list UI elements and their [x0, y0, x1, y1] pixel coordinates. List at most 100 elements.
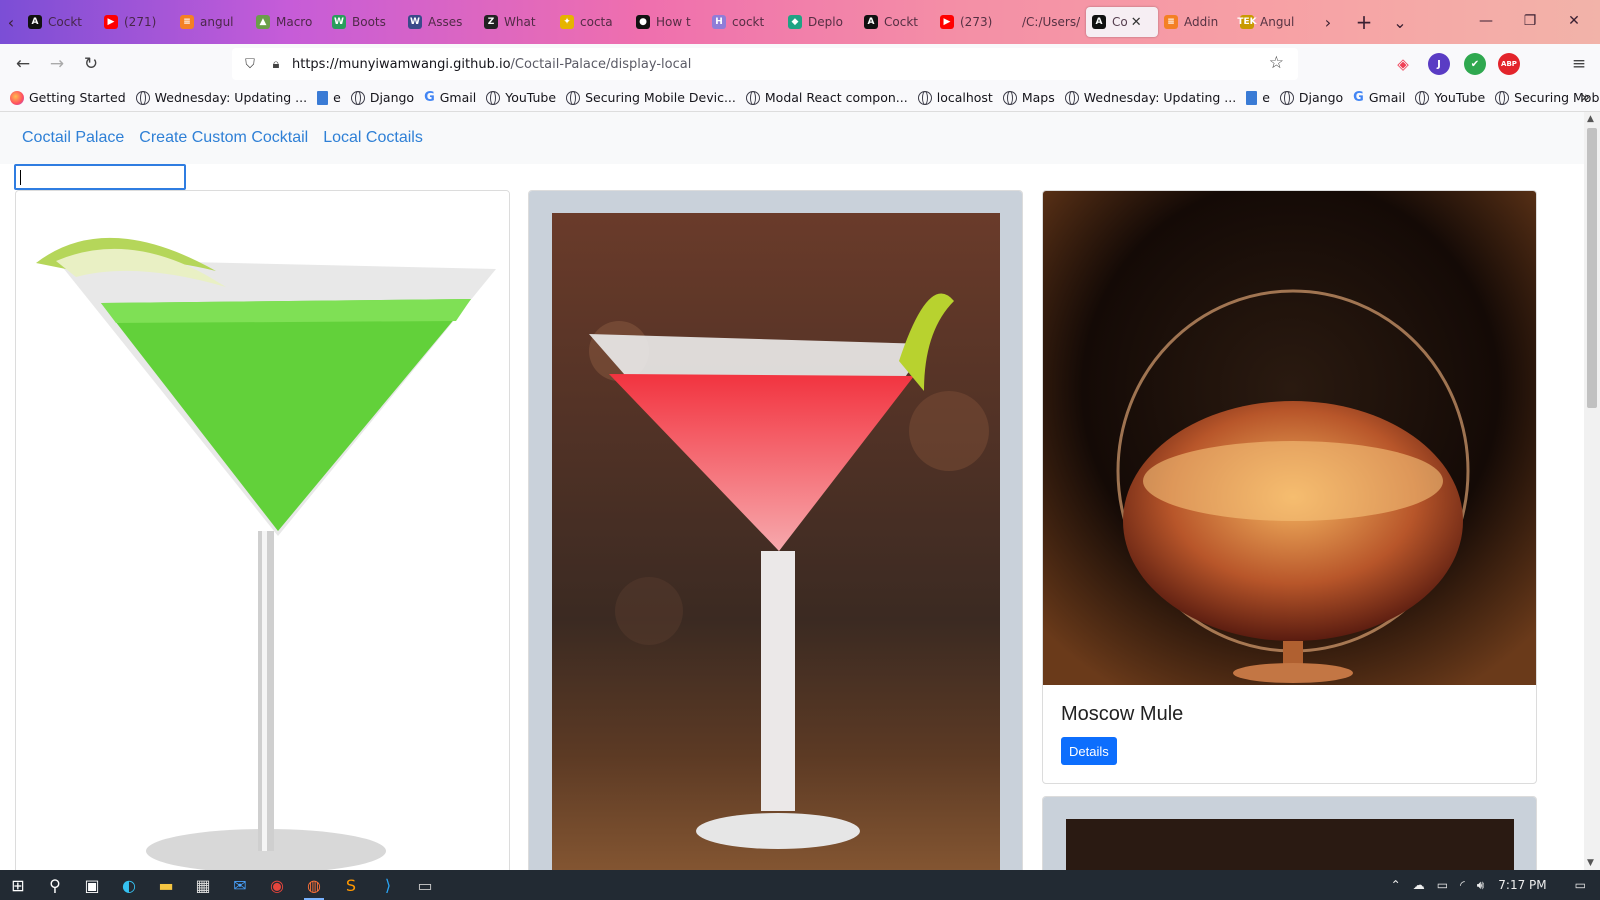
bookmark-item[interactable]: Maps [1002, 90, 1055, 105]
browser-tab[interactable]: Z What [478, 7, 554, 37]
chrome-icon[interactable]: ◉ [259, 870, 295, 900]
browser-tab[interactable]: TEK Angul [1234, 7, 1310, 37]
search-input[interactable] [14, 164, 186, 190]
bookmark-item[interactable]: Securing Mobile Devic... [566, 90, 736, 105]
browser-tab[interactable]: ▶ (271) [98, 7, 174, 37]
adblock-icon[interactable]: ABP [1498, 53, 1520, 75]
clock[interactable]: 7:17 PM [1498, 878, 1546, 892]
google-icon: G [424, 90, 435, 105]
sublime-icon[interactable]: S [333, 870, 369, 900]
bookmark-label: Securing Mobile Devic... [585, 90, 736, 105]
file-explorer-icon[interactable]: ▬ [148, 870, 184, 900]
shield-extension-icon[interactable]: ✔ [1464, 53, 1486, 75]
tab-scroll-left-icon[interactable]: ‹ [0, 7, 22, 37]
browser-tab[interactable]: A Cockt [22, 7, 98, 37]
notifications-icon[interactable]: ▭ [1575, 878, 1586, 892]
new-tab-button[interactable]: + [1346, 7, 1382, 37]
terminal-icon[interactable]: ▭ [407, 870, 443, 900]
red-cosmopolitan-image[interactable] [529, 191, 1023, 870]
windows-start-icon[interactable]: ⊞ [0, 870, 36, 900]
lock-icon[interactable]: 🔒︎ [266, 57, 286, 72]
details-button[interactable]: Details [1061, 737, 1117, 765]
vscode-icon[interactable]: ⟩ [370, 870, 406, 900]
tab-title: cockt [732, 15, 765, 29]
cocktail-image[interactable] [1043, 797, 1537, 870]
bookmark-item[interactable]: e [1246, 90, 1270, 105]
reload-icon[interactable]: ↻ [74, 49, 108, 79]
tab-favicon-icon: ▶ [940, 15, 954, 29]
browser-tab[interactable]: W Asses [402, 7, 478, 37]
minimize-window-icon[interactable]: — [1464, 6, 1508, 36]
scroll-up-icon[interactable]: ▲ [1587, 114, 1594, 124]
address-bar[interactable]: ⛉ 🔒︎ https://munyiwamwangi.github.io/Coc… [232, 48, 1298, 80]
browser-tab[interactable]: ◆ Deplo [782, 7, 858, 37]
store-icon[interactable]: ▦ [185, 870, 221, 900]
bookmark-label: localhost [936, 90, 993, 105]
tab-favicon-icon: ≡ [1164, 15, 1178, 29]
brand-link[interactable]: Coctail Palace [22, 129, 124, 147]
edge-icon[interactable]: ◐ [111, 870, 147, 900]
wifi-icon[interactable]: ◜ [1460, 878, 1465, 892]
search-icon[interactable]: ⚲ [37, 870, 73, 900]
browser-tab[interactable]: /C:/Users/ [1010, 7, 1086, 37]
green-appletini-image[interactable] [16, 191, 510, 870]
tab-title: Deplo [808, 15, 843, 29]
cocktail-card [15, 190, 510, 870]
browser-tab[interactable]: W Boots [326, 7, 402, 37]
bookmark-item[interactable]: e [317, 90, 341, 105]
browser-tab[interactable]: A Cockt [858, 7, 934, 37]
browser-tab[interactable]: A Co ✕ [1086, 7, 1158, 37]
bookmark-item[interactable]: Django [350, 90, 414, 105]
browser-tab[interactable]: ▲ Macro [250, 7, 326, 37]
globe-icon [1002, 90, 1017, 105]
brandy-snifter-image[interactable] [1043, 191, 1537, 685]
bookmark-star-icon[interactable]: ☆ [1269, 53, 1284, 73]
firefox-icon[interactable]: ◍ [296, 870, 332, 900]
tab-favicon-icon: W [408, 15, 422, 29]
scrollbar-thumb[interactable] [1587, 128, 1597, 408]
bookmark-item[interactable]: Wednesday: Updating ... [1064, 90, 1236, 105]
more-bookmarks-icon[interactable]: » [1581, 88, 1590, 106]
browser-tab[interactable]: ▶ (273) [934, 7, 1010, 37]
create-custom-cocktail-link[interactable]: Create Custom Cocktail [139, 129, 308, 147]
bookmark-label: Django [1298, 90, 1344, 105]
forward-icon[interactable]: → [40, 49, 74, 79]
task-view-icon[interactable]: ▣ [74, 870, 110, 900]
bookmark-item[interactable]: Modal React compon... [745, 90, 908, 105]
list-all-tabs-icon[interactable]: ⌄ [1382, 7, 1418, 37]
browser-tab[interactable]: ● How t [630, 7, 706, 37]
bookmark-label: e [1262, 90, 1270, 105]
bookmark-label: YouTube [1434, 90, 1486, 105]
scroll-down-icon[interactable]: ▼ [1587, 858, 1594, 868]
onedrive-icon[interactable]: ☁ [1413, 878, 1425, 892]
browser-tab[interactable]: ≡ angul [174, 7, 250, 37]
show-hidden-icons-icon[interactable]: ⌃ [1391, 878, 1401, 892]
bookmarks-toolbar: Getting Started Wednesday: Updating ... e D… [0, 84, 1600, 112]
restore-window-icon[interactable]: ❐ [1508, 6, 1552, 36]
close-window-icon[interactable]: ✕ [1552, 6, 1596, 36]
page-scrollbar[interactable]: ▲ ▼ [1584, 112, 1600, 870]
bookmark-item[interactable]: G Gmail [424, 90, 476, 105]
browser-tab[interactable]: ≡ Addin [1158, 7, 1234, 37]
back-icon[interactable]: ← [6, 49, 40, 79]
bookmark-item[interactable]: localhost [917, 90, 993, 105]
menu-icon[interactable]: ≡ [1562, 49, 1596, 79]
bookmark-item[interactable]: YouTube [1415, 90, 1485, 105]
volume-icon[interactable]: 🔊︎ [1477, 878, 1485, 893]
bookmark-item[interactable]: Django [1279, 90, 1344, 105]
bookmark-item[interactable]: G Gmail [1353, 90, 1405, 105]
bookmark-item[interactable]: Wednesday: Updating ... [135, 90, 307, 105]
local-cocktails-link[interactable]: Local Coctails [323, 129, 423, 147]
bookmark-item[interactable]: YouTube [486, 90, 556, 105]
pocket-icon[interactable]: ◈ [1392, 53, 1414, 75]
tab-scroll-right-icon[interactable]: › [1310, 7, 1346, 37]
browser-tab[interactable]: ✦ cocta [554, 7, 630, 37]
tracking-shield-icon[interactable]: ⛉ [240, 57, 260, 72]
battery-icon[interactable]: ▭ [1437, 878, 1448, 892]
mail-icon[interactable]: ✉ [222, 870, 258, 900]
tab-title: Boots [352, 15, 386, 29]
browser-tab[interactable]: Hcockt [706, 7, 782, 37]
profile-avatar[interactable]: J [1428, 53, 1450, 75]
bookmark-item[interactable]: Getting Started [10, 90, 126, 105]
close-tab-icon[interactable]: ✕ [1131, 15, 1142, 30]
